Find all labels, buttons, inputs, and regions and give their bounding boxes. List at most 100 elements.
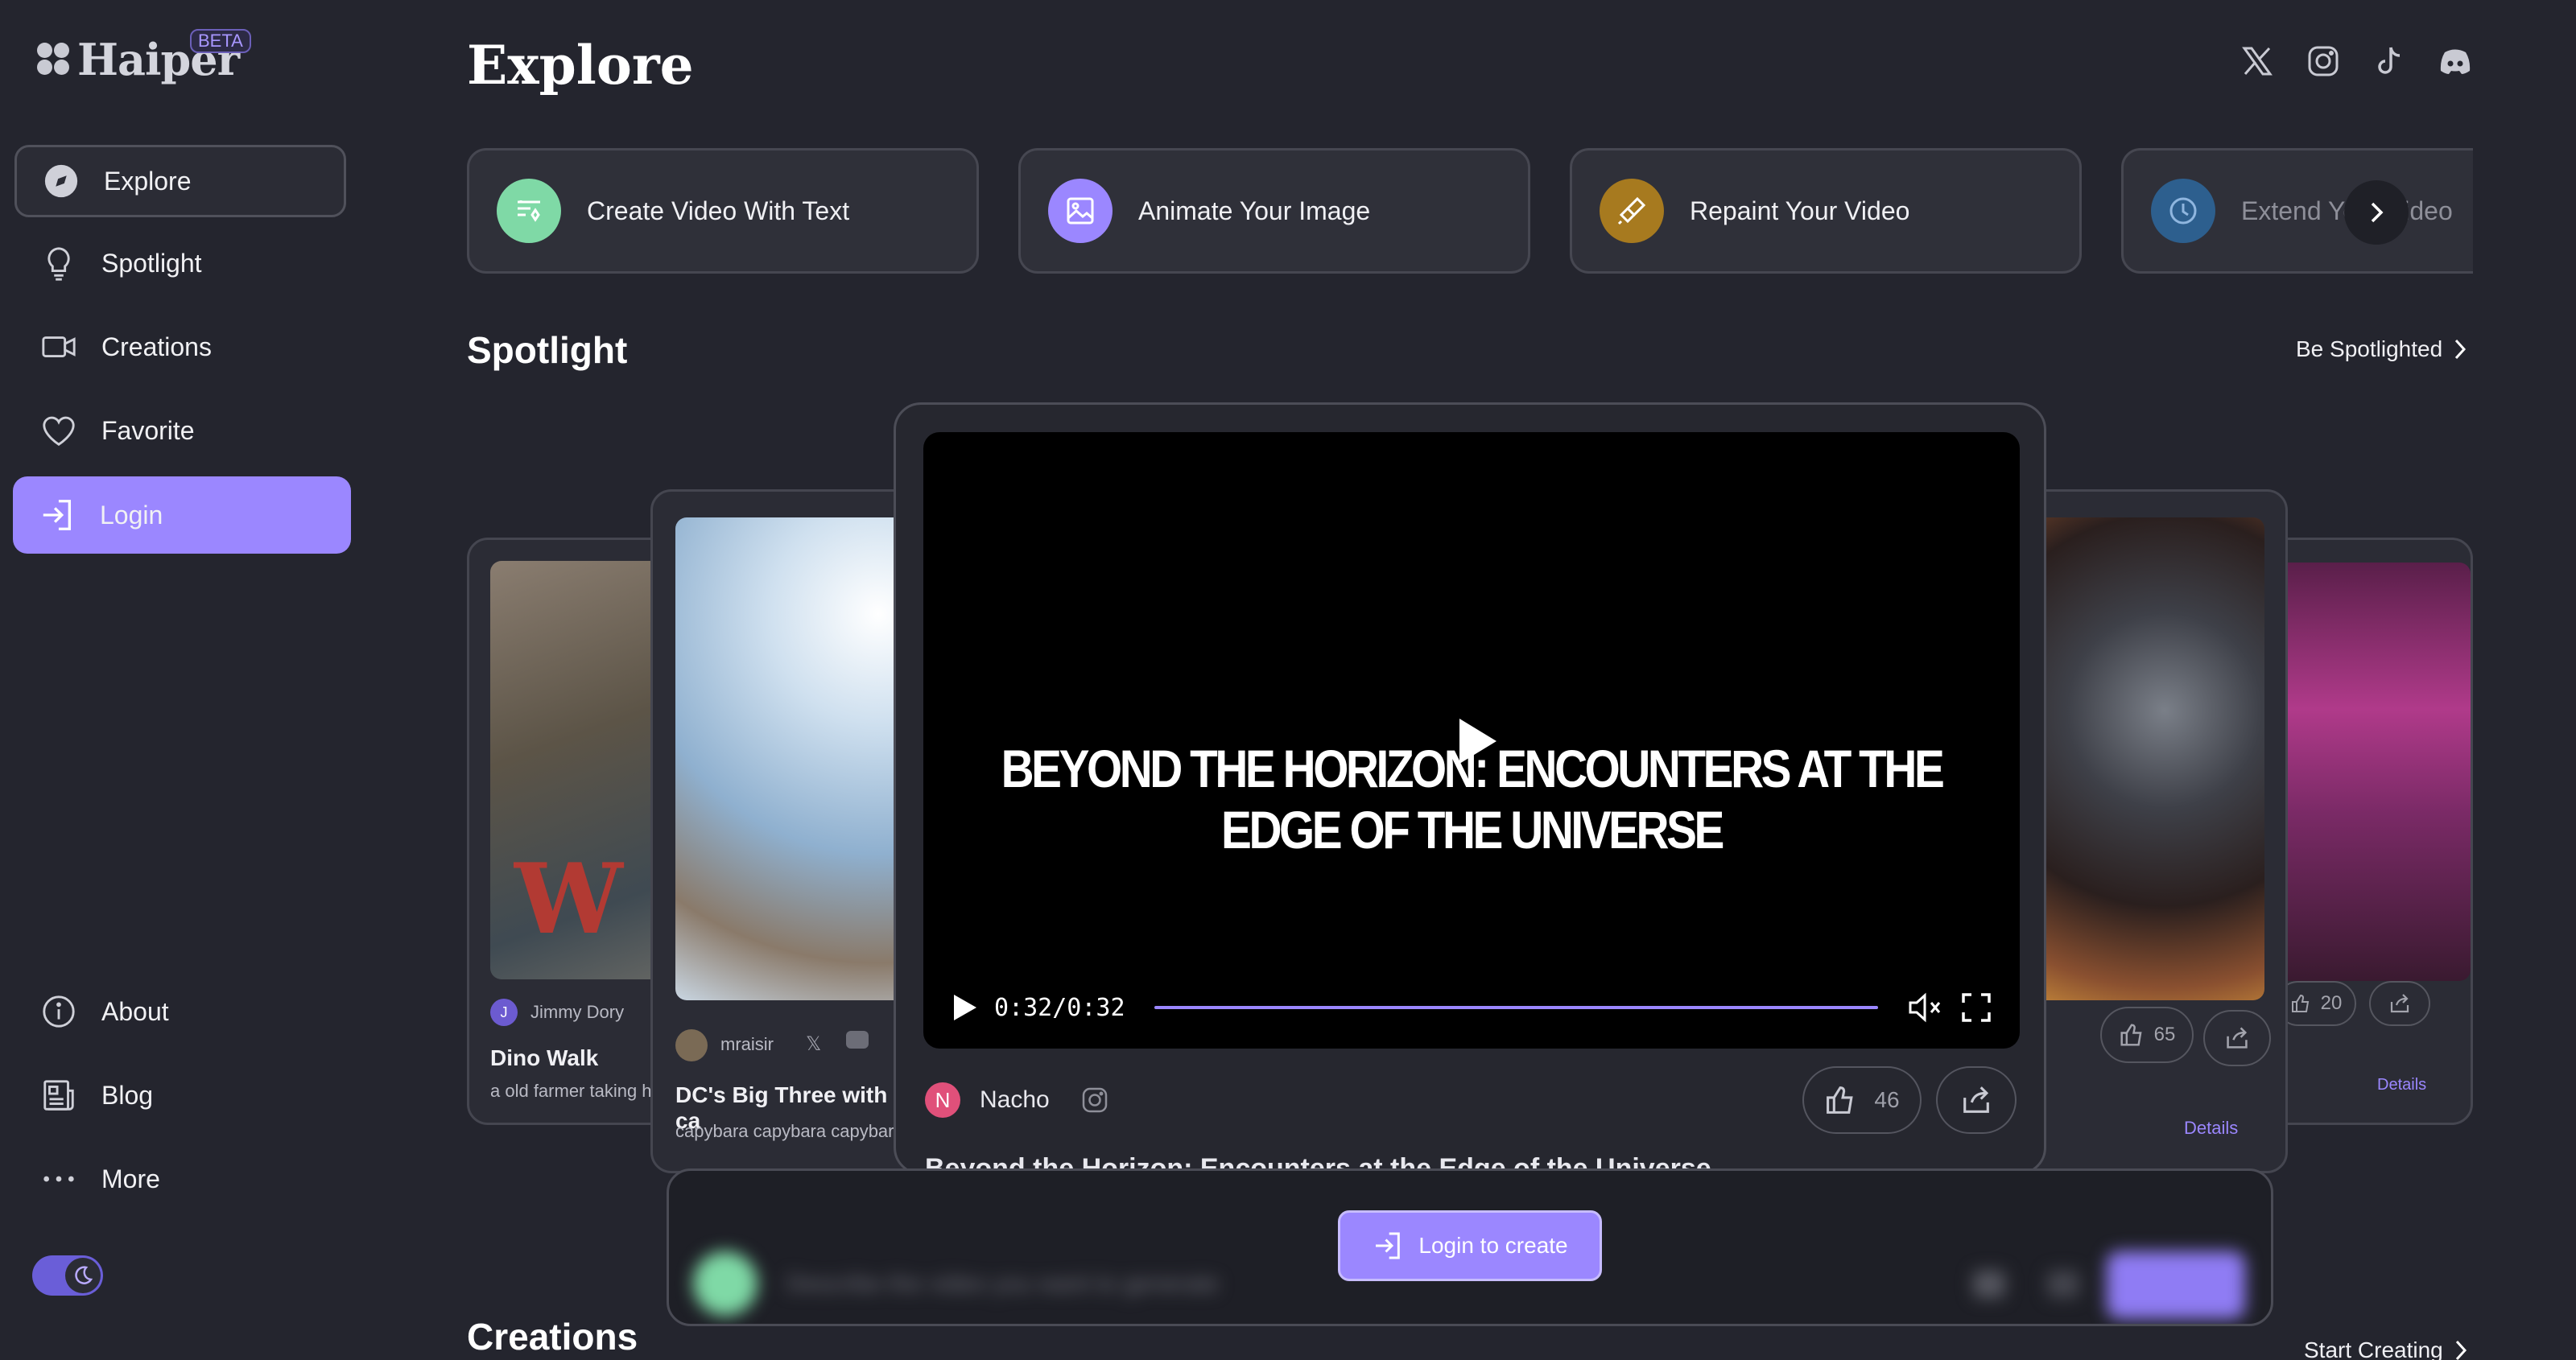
create-video-with-text-button[interactable]: Create Video With Text xyxy=(467,148,979,274)
sidebar-item-creations[interactable]: Creations xyxy=(14,311,346,383)
compass-icon xyxy=(44,164,78,198)
thumbs-up-icon xyxy=(2291,994,2309,1012)
repaint-your-video-button[interactable]: Repaint Your Video xyxy=(1570,148,2082,274)
video-progress-bar[interactable] xyxy=(1154,1006,1878,1009)
animate-your-image-button[interactable]: Animate Your Image xyxy=(1018,148,1530,274)
like-button[interactable]: 20 xyxy=(2276,981,2356,1026)
sidebar-item-label: About xyxy=(101,996,169,1026)
be-spotlighted-label: Be Spotlighted xyxy=(2296,336,2443,361)
login-to-create-button[interactable]: Login to create xyxy=(1338,1210,1602,1281)
x-icon[interactable] xyxy=(2240,43,2275,79)
heart-icon xyxy=(43,416,75,446)
like-button[interactable]: 46 xyxy=(1802,1066,1922,1134)
thumbnail-letter: W xyxy=(514,843,623,956)
spotlight-title: Spotlight xyxy=(467,329,628,371)
video-time: 0:32/0:32 xyxy=(994,993,1125,1022)
sidebar-item-spotlight[interactable]: Spotlight xyxy=(14,227,346,299)
attach-icon xyxy=(2047,1271,2079,1298)
sidebar-item-more[interactable]: More xyxy=(14,1143,346,1215)
share-button[interactable] xyxy=(2203,1010,2271,1066)
page-title: Explore xyxy=(467,34,694,97)
discord-icon[interactable] xyxy=(2438,43,2473,79)
like-button[interactable]: 65 xyxy=(2100,1007,2194,1063)
sidebar-item-login[interactable]: Login xyxy=(13,476,351,554)
video-camera-icon xyxy=(42,336,76,357)
video-player[interactable]: BEYOND THE HORIZON: ENCOUNTERS AT THE ED… xyxy=(923,432,2020,1049)
thumbs-up-icon xyxy=(2120,1024,2142,1046)
prompt-mode-icon xyxy=(693,1251,758,1316)
sidebar-item-label: Spotlight xyxy=(101,248,202,278)
x-icon[interactable]: 𝕏 xyxy=(806,1032,821,1056)
featured-author-row: N Nacho 46 xyxy=(925,1066,2017,1134)
chevron-right-icon xyxy=(2455,1340,2467,1360)
card-thumbnail xyxy=(675,517,914,1000)
youtube-icon[interactable] xyxy=(846,1031,869,1049)
settings-icon xyxy=(1973,1271,2005,1298)
avatar xyxy=(675,1029,708,1061)
quick-actions-row: Create Video With Text Animate Your Imag… xyxy=(467,148,2473,274)
extend-your-video-button[interactable]: Extend Your Video xyxy=(2121,148,2473,274)
start-creating-link[interactable]: Start Creating xyxy=(2304,1337,2469,1360)
mute-icon[interactable] xyxy=(1907,991,1944,1024)
sidebar-item-label: Favorite xyxy=(101,415,195,445)
author-name[interactable]: Nacho xyxy=(980,1086,1050,1114)
avatar: J xyxy=(490,999,518,1026)
be-spotlighted-link[interactable]: Be Spotlighted xyxy=(2296,336,2468,362)
prompt-placeholder: Describe the video you want to generate xyxy=(786,1271,1219,1297)
spotlight-card-dc-big-three[interactable]: mraisir 𝕏 DC's Big Three with ca capybar… xyxy=(650,489,916,1173)
avatar: N xyxy=(925,1082,960,1118)
moon-icon xyxy=(65,1258,101,1293)
haiper-logo[interactable]: Haiper BETA xyxy=(37,29,251,85)
sidebar-item-label: Explore xyxy=(104,166,192,196)
share-icon xyxy=(2227,1027,2248,1049)
share-button[interactable] xyxy=(1936,1066,2017,1134)
login-to-create-label: Login to create xyxy=(1418,1233,1568,1258)
login-icon xyxy=(1376,1232,1401,1259)
like-count: 46 xyxy=(1874,1087,1900,1112)
sidebar-item-about[interactable]: About xyxy=(14,975,346,1048)
card-author: mraisir xyxy=(720,1034,774,1054)
creations-title: Creations xyxy=(467,1316,638,1358)
clock-icon xyxy=(2151,179,2215,243)
chevron-right-icon xyxy=(2371,202,2384,223)
card-description: capybara capybara capybara xyxy=(675,1121,904,1141)
create-button xyxy=(2107,1251,2245,1319)
play-icon[interactable] xyxy=(1455,715,1500,767)
fullscreen-icon[interactable] xyxy=(1960,991,1992,1024)
tiktok-icon[interactable] xyxy=(2372,43,2407,79)
newspaper-icon xyxy=(43,1080,74,1111)
thumbs-up-icon xyxy=(1827,1086,1854,1114)
share-icon xyxy=(1963,1086,1989,1113)
play-button[interactable] xyxy=(951,993,978,1022)
start-creating-label: Start Creating xyxy=(2304,1337,2443,1360)
theme-toggle[interactable] xyxy=(32,1255,103,1296)
sidebar-item-explore[interactable]: Explore xyxy=(14,145,346,217)
haiper-logo-mark xyxy=(37,43,71,76)
video-controls: 0:32/0:32 xyxy=(951,987,1992,1028)
chevron-right-icon xyxy=(2455,339,2467,360)
sidebar-item-favorite[interactable]: Favorite xyxy=(14,394,346,467)
sidebar-item-label: Blog xyxy=(101,1080,154,1110)
sidebar: Haiper BETA Explore Spotlight Creations … xyxy=(0,0,370,1360)
share-icon xyxy=(2390,994,2409,1013)
sidebar-item-blog[interactable]: Blog xyxy=(14,1059,346,1131)
details-link[interactable]: Details xyxy=(2377,1076,2426,1094)
quick-action-label: Create Video With Text xyxy=(587,196,850,225)
share-button[interactable] xyxy=(2369,981,2430,1026)
instagram-icon[interactable] xyxy=(2306,43,2341,79)
like-count: 20 xyxy=(2320,992,2343,1014)
info-icon xyxy=(43,995,75,1028)
instagram-icon[interactable] xyxy=(1080,1086,1109,1115)
card-author: Jimmy Dory xyxy=(530,1002,625,1022)
quick-action-label: Animate Your Image xyxy=(1138,196,1371,225)
card-thumbnail xyxy=(2015,517,2264,1000)
card-title: Dino Walk xyxy=(490,1045,599,1070)
paint-brush-icon xyxy=(1600,179,1664,243)
card-description: a old farmer taking his xyxy=(490,1081,665,1101)
like-count: 65 xyxy=(2153,1024,2176,1045)
sidebar-item-label: Login xyxy=(100,500,163,530)
quick-actions-next-button[interactable] xyxy=(2344,180,2409,245)
details-link[interactable]: Details xyxy=(2184,1118,2238,1139)
sidebar-item-label: More xyxy=(101,1164,160,1193)
quick-action-label: Repaint Your Video xyxy=(1690,196,1910,225)
